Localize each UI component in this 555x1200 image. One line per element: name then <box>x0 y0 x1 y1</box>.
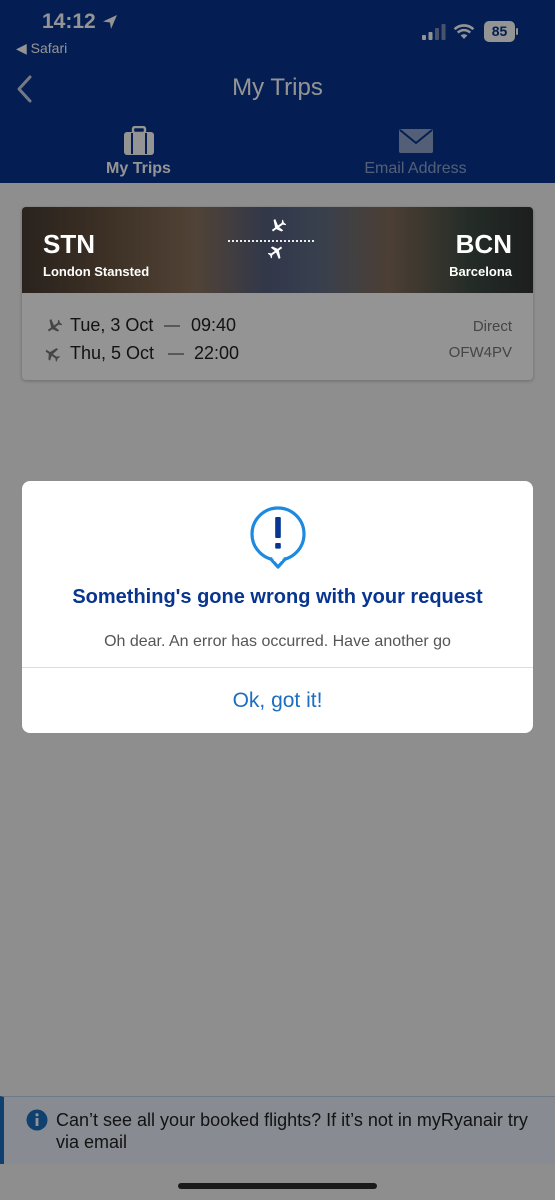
dialog-title: Something's gone wrong with your request <box>72 586 483 608</box>
dialog-message: Oh dear. An error has occurred. Have ano… <box>104 633 451 650</box>
error-dialog: Something's gone wrong with your request… <box>22 481 533 733</box>
origin-city: London Stansted <box>43 264 150 279</box>
origin-code: STN <box>43 229 95 259</box>
ok-got-it-button[interactable]: Ok, got it! <box>22 668 533 733</box>
route-line <box>228 240 314 242</box>
destination-code: BCN <box>455 229 512 259</box>
home-indicator[interactable] <box>178 1183 377 1189</box>
plane-outbound-icon <box>271 218 286 232</box>
plane-return-icon <box>268 246 283 260</box>
alert-bubble-icon <box>250 506 306 569</box>
destination-city: Barcelona <box>449 264 512 279</box>
